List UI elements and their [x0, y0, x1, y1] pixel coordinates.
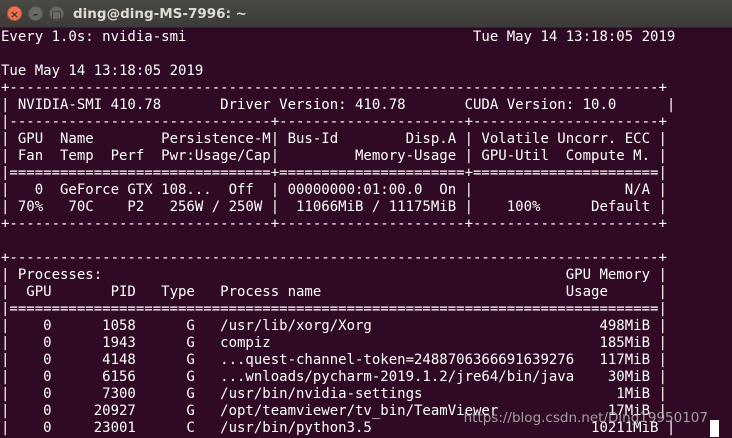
terminal-line: | 0 4148 G ...quest-channel-token=248870…: [1, 352, 667, 368]
terminal-line: | GPU Name Persistence-M| Bus-Id Disp.A …: [1, 131, 667, 147]
terminal-line: |=======================================…: [1, 301, 667, 317]
terminal-line: Every 1.0s: nvidia-smi Tue May 14 13:18:…: [1, 29, 676, 45]
maximize-icon[interactable]: □: [49, 6, 64, 21]
terminal-line: | 0 1943 G compiz 185MiB |: [1, 335, 667, 351]
terminal-line: Tue May 14 13:18:05 2019: [1, 63, 204, 79]
terminal-output[interactable]: Every 1.0s: nvidia-smi Tue May 14 13:18:…: [1, 29, 732, 437]
watermark-text: https://blog.csdn.net/Ding19950107: [463, 410, 708, 426]
terminal-line: | Fan Temp Perf Pwr:Usage/Cap| Memory-Us…: [1, 148, 667, 164]
terminal-window: × – □ ding@ding-MS-7996: ~ Every 1.0s: n…: [0, 0, 732, 438]
terminal-line: | 0 7300 G /usr/bin/nvidia-settings 1MiB…: [1, 386, 667, 402]
terminal-line: | 0 6156 G ...wnloads/pycharm-2019.1.2/j…: [1, 369, 667, 385]
minimize-icon[interactable]: –: [28, 6, 43, 21]
terminal-line: | GPU PID Type Process name Usage |: [1, 284, 667, 300]
terminal-line: | 0 1058 G /usr/lib/xorg/Xorg 498MiB |: [1, 318, 667, 334]
terminal-line: | 0 GeForce GTX 108... Off | 00000000:01…: [1, 182, 667, 198]
terminal-line: | 70% 70C P2 256W / 250W | 11066MiB / 11…: [1, 199, 667, 215]
close-icon[interactable]: ×: [7, 6, 22, 21]
terminal-line: | NVIDIA-SMI 410.78 Driver Version: 410.…: [1, 97, 676, 113]
terminal-cursor: [710, 420, 719, 437]
terminal-line: |===============================+=======…: [1, 165, 667, 181]
terminal-line: | Processes: GPU Memory |: [1, 267, 667, 283]
window-titlebar[interactable]: × – □ ding@ding-MS-7996: ~: [0, 0, 732, 28]
terminal-line: +---------------------------------------…: [1, 250, 667, 266]
terminal-line: +-------------------------------+-------…: [1, 216, 667, 232]
terminal-line: |-------------------------------+-------…: [1, 114, 667, 130]
terminal-line: +---------------------------------------…: [1, 80, 667, 96]
window-title: ding@ding-MS-7996: ~: [73, 6, 247, 22]
